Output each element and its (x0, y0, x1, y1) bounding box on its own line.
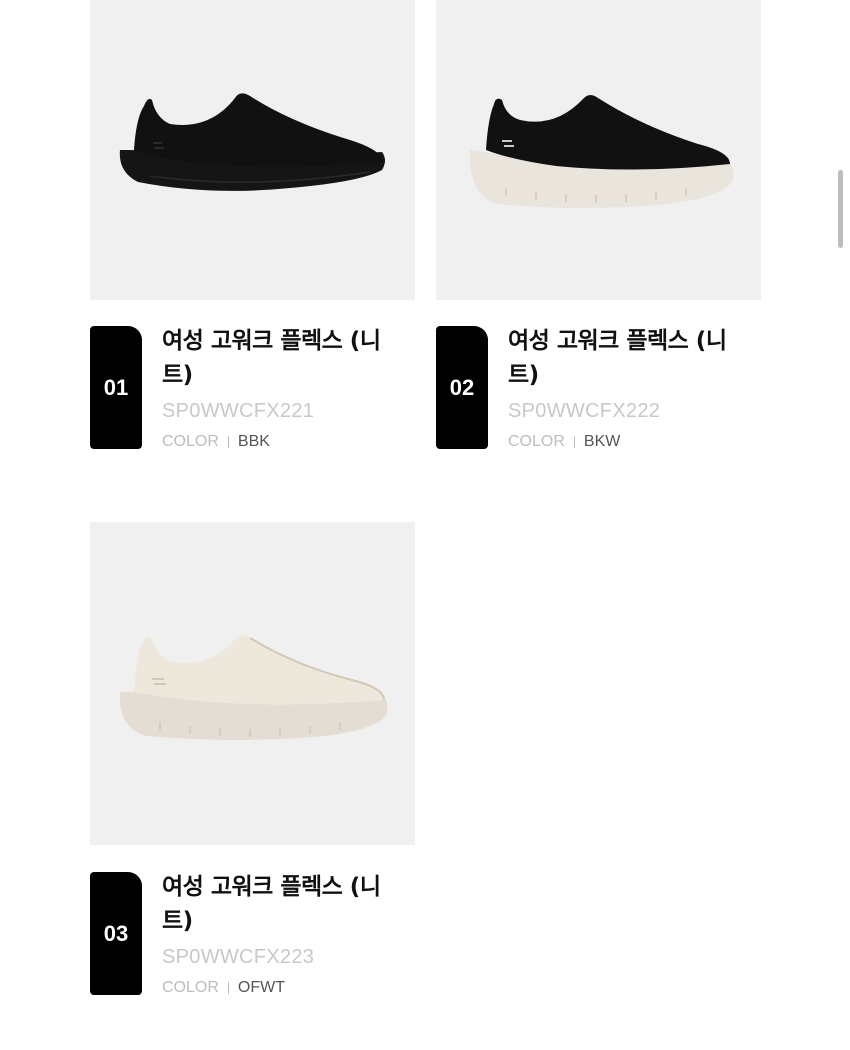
scrollbar-thumb[interactable] (838, 170, 843, 248)
shoe-upper (134, 635, 384, 705)
product-color: COLOR BBK (162, 433, 270, 451)
shoe-image-03 (119, 635, 388, 740)
color-value: BBK (237, 433, 270, 450)
product-index-badge: 03 (90, 872, 142, 995)
product-image[interactable] (436, 0, 761, 300)
shoe-image-02 (469, 95, 734, 208)
product-card[interactable]: 01 여성 고워크 플렉스 (니트) SP0WWCFX221 COLOR BBK (90, 0, 415, 456)
color-label: COLOR (162, 433, 219, 450)
separator (227, 436, 229, 448)
product-sku: SP0WWCFX223 (162, 946, 315, 968)
product-color: COLOR OFWT (162, 979, 285, 997)
product-name[interactable]: 여성 고워크 플렉스 (니트) (162, 324, 402, 392)
separator (227, 982, 229, 994)
product-card[interactable]: 02 여성 고워크 플렉스 (니트) SP0WWCFX222 COLOR BKW (436, 0, 761, 456)
color-label: COLOR (508, 433, 565, 450)
product-image[interactable] (90, 0, 415, 300)
shoe-upper (486, 95, 730, 170)
product-index-badge: 02 (436, 326, 488, 449)
color-value: BKW (583, 433, 621, 450)
product-color: COLOR BKW (508, 433, 620, 451)
shoe-image-01 (119, 93, 386, 191)
product-name[interactable]: 여성 고워크 플렉스 (니트) (508, 324, 748, 392)
shoe-upper (134, 93, 383, 167)
product-index-badge: 01 (90, 326, 142, 449)
color-label: COLOR (162, 979, 219, 996)
product-card[interactable]: 03 여성 고워크 플렉스 (니트) SP0WWCFX223 COLOR OFW… (90, 522, 415, 1002)
product-image[interactable] (90, 522, 415, 845)
product-sku: SP0WWCFX221 (162, 400, 315, 422)
product-sku: SP0WWCFX222 (508, 400, 661, 422)
product-name[interactable]: 여성 고워크 플렉스 (니트) (162, 870, 402, 938)
color-value: OFWT (237, 979, 285, 996)
separator (573, 436, 575, 448)
